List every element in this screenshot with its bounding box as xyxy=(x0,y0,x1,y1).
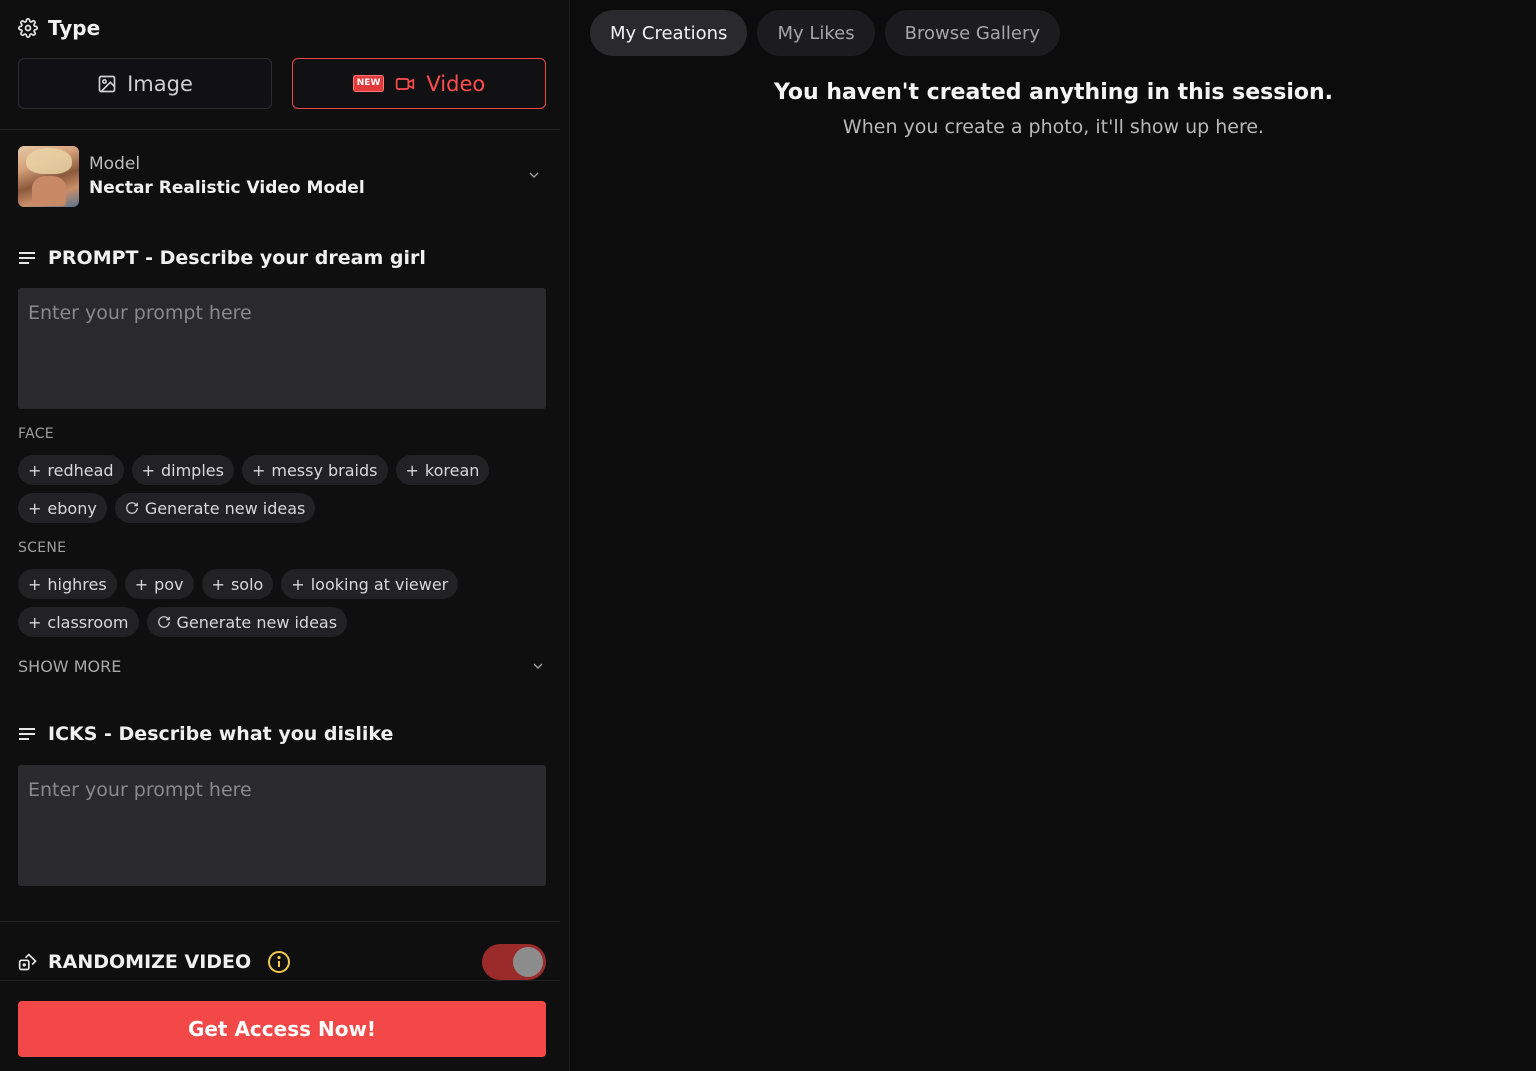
get-access-button[interactable]: Get Access Now! xyxy=(18,1001,546,1057)
scene-chip[interactable]: + solo xyxy=(201,569,274,599)
new-badge: NEW xyxy=(352,75,385,92)
type-header: Type xyxy=(18,14,100,42)
show-more-label: SHOW MORE xyxy=(18,656,122,676)
info-icon[interactable] xyxy=(267,950,291,974)
model-label: Model xyxy=(89,154,141,174)
video-type-button[interactable]: NEW Video xyxy=(292,58,546,109)
chevron-down-icon xyxy=(526,167,542,183)
scene-generate-label: Generate new ideas xyxy=(176,612,338,632)
gear-icon xyxy=(18,18,38,38)
tab-my-likes[interactable]: My Likes xyxy=(757,10,875,56)
model-name: Nectar Realistic Video Model xyxy=(89,178,365,198)
randomize-toggle[interactable] xyxy=(482,944,546,980)
face-category-label: FACE xyxy=(18,426,54,442)
prompt-title: PROMPT - Describe your dream girl xyxy=(18,244,426,272)
scene-chips: + highres + pov + solo + looking at viewer +… xyxy=(18,569,548,637)
type-title: Type xyxy=(48,16,101,40)
icks-title: ICKS - Describe what you dislike xyxy=(18,720,393,748)
toggle-knob xyxy=(513,947,543,977)
tab-browse-gallery[interactable]: Browse Gallery xyxy=(884,10,1060,56)
face-chip[interactable]: + dimples xyxy=(131,455,234,485)
tab-my-creations[interactable]: My Creations xyxy=(590,10,748,56)
face-chip[interactable]: + ebony xyxy=(18,493,107,523)
empty-state-title: You haven't created anything in this ses… xyxy=(773,80,1334,105)
app-root: Type Image NEW Video Model Nectar Realis… xyxy=(0,0,1536,1071)
face-chip[interactable]: + korean xyxy=(395,455,490,485)
scene-chip[interactable]: + classroom xyxy=(18,607,139,637)
text-lines-icon xyxy=(18,726,36,742)
icks-input[interactable] xyxy=(18,765,546,886)
image-type-button[interactable]: Image xyxy=(18,58,272,109)
video-type-label: Video xyxy=(426,71,486,96)
divider xyxy=(0,980,560,981)
face-chips: + redhead + dimples + messy braids + korean … xyxy=(18,455,548,523)
scene-category-label: SCENE xyxy=(18,540,67,556)
divider xyxy=(0,921,560,922)
video-camera-icon xyxy=(394,74,416,94)
gallery-tabs: My Creations My Likes Browse Gallery xyxy=(590,10,1060,56)
model-selector[interactable]: Model Nectar Realistic Video Model xyxy=(18,145,546,207)
gallery-panel: My Creations My Likes Browse Gallery You… xyxy=(571,0,1536,1071)
image-type-label: Image xyxy=(127,71,193,96)
face-chip[interactable]: + messy braids xyxy=(241,455,388,485)
face-chip[interactable]: + redhead xyxy=(18,455,124,485)
prompt-title-text: PROMPT - Describe your dream girl xyxy=(48,247,426,269)
icks-title-text: ICKS - Describe what you dislike xyxy=(48,723,394,745)
scene-chip[interactable]: + highres xyxy=(18,569,117,599)
divider xyxy=(0,129,560,130)
image-icon xyxy=(97,74,117,94)
scene-generate-ideas-button[interactable]: Generate new ideas xyxy=(146,607,348,637)
randomize-label: RANDOMIZE VIDEO xyxy=(48,951,252,973)
refresh-icon xyxy=(125,501,139,515)
model-avatar xyxy=(18,145,79,207)
text-lines-icon xyxy=(18,250,36,266)
empty-state-subtitle: When you create a photo, it'll show up h… xyxy=(842,116,1265,138)
refresh-icon xyxy=(157,615,171,629)
face-generate-ideas-button[interactable]: Generate new ideas xyxy=(114,493,316,523)
chevron-down-icon xyxy=(530,658,546,674)
randomize-row: RANDOMIZE VIDEO xyxy=(18,944,546,980)
scene-chip[interactable]: + pov xyxy=(124,569,194,599)
show-more-toggle[interactable]: SHOW MORE xyxy=(18,654,546,678)
face-generate-label: Generate new ideas xyxy=(144,498,306,518)
scene-chip[interactable]: + looking at viewer xyxy=(281,569,459,599)
generator-panel: Type Image NEW Video Model Nectar Realis… xyxy=(0,0,570,1071)
prompt-input[interactable] xyxy=(18,288,546,409)
dice-icon xyxy=(18,952,38,972)
